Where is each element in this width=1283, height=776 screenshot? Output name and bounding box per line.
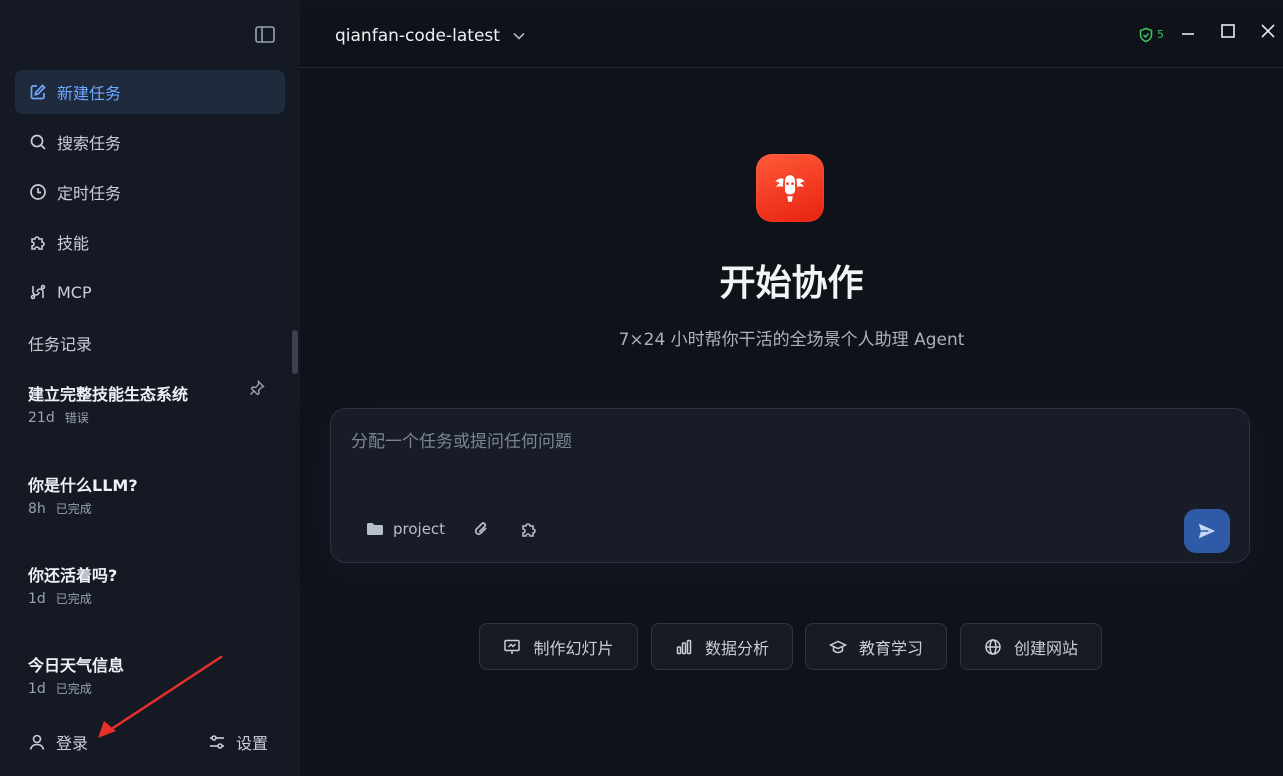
task-age: 1d [28,590,46,607]
pin-icon[interactable] [249,379,265,396]
main-panel: qianfan-code-latest 5 开始协作 7×24 小时帮你干活的全… [300,8,1283,776]
puzzle-icon [29,233,47,251]
nav-label: 搜索任务 [57,134,122,153]
task-item[interactable]: 今日天气信息 1d 已完成 [28,652,278,697]
search-icon [29,133,47,151]
edit-icon [29,83,47,101]
user-icon [29,734,45,750]
task-title: 建立完整技能生态系统 [28,385,189,404]
task-age: 21d [28,409,55,426]
task-title: 你还活着吗? [28,566,118,585]
task-age: 8h [28,500,46,517]
folder-label: project [393,520,446,538]
send-button[interactable] [1184,509,1230,553]
folder-button[interactable]: project [365,519,445,539]
task-composer[interactable]: 分配一个任务或提问任何问题 project [330,408,1250,563]
puzzle-icon [522,523,536,537]
hero-subtitle: 7×24 小时帮你干活的全场景个人助理 Agent [618,330,965,350]
app-window: 新建任务 搜索任务 定时任务 技能 MCP 任务记录 建立完整技能生态系统 21… [0,0,1283,776]
send-icon [1198,523,1216,539]
paperclip-icon [474,522,487,535]
presentation-icon [504,639,521,654]
login-button[interactable]: 登录 [28,730,88,754]
login-label: 登录 [56,734,89,753]
task-status: 已完成 [55,502,92,516]
settings-button[interactable]: 设置 [208,730,268,754]
model-selector[interactable]: qianfan-code-latest [335,26,526,46]
task-item[interactable]: 你还活着吗? 1d 已完成 [28,562,278,607]
quick-action-label: 教育学习 [858,638,923,658]
task-status: 错误 [64,411,89,425]
quick-action-education[interactable]: 教育学习 [805,623,947,670]
clock-icon [29,183,47,201]
hero-title: 开始协作 [719,263,864,304]
model-name: qianfan-code-latest [335,26,500,46]
task-item[interactable]: 建立完整技能生态系统 21d 错误 [28,381,278,426]
graduation-cap-icon [828,640,847,653]
sidebar-scrollbar[interactable] [292,330,298,374]
task-status: 已完成 [55,682,92,696]
bar-chart-icon [676,639,692,654]
settings-label: 设置 [236,734,269,753]
nav-label: 定时任务 [57,184,122,203]
sidebar-toggle-icon[interactable] [254,25,276,45]
quick-action-website[interactable]: 创建网站 [960,623,1102,670]
globe-icon [985,638,1001,655]
nav-skills[interactable]: 技能 [15,220,285,264]
sliders-icon [210,735,224,749]
top-bar: qianfan-code-latest 5 [300,8,1283,68]
close-icon[interactable] [1259,22,1277,40]
nav-mcp[interactable]: MCP [15,270,285,314]
task-age: 1d [28,680,46,697]
quick-action-label: 创建网站 [1013,638,1078,658]
status-text: 5 [1157,28,1164,41]
nav-label: 技能 [57,234,90,253]
nav-new-task[interactable]: 新建任务 [15,70,285,114]
quick-action-label: 数据分析 [704,638,769,658]
nav-label: MCP [57,282,92,302]
task-item[interactable]: 你是什么LLM? 8h 已完成 [28,472,278,517]
nav-scheduled-task[interactable]: 定时任务 [15,170,285,214]
minimize-icon[interactable] [1179,22,1197,40]
task-history-title: 任务记录 [28,335,93,354]
quick-action-label: 制作幻灯片 [533,638,614,658]
composer-placeholder[interactable]: 分配一个任务或提问任何问题 [351,427,572,452]
folder-icon [367,523,383,535]
app-logo-icon [756,154,824,222]
task-title: 你是什么LLM? [28,476,138,495]
shield-check-icon[interactable] [1138,27,1154,43]
plugin-button[interactable] [520,519,540,539]
attach-button[interactable] [471,519,491,539]
task-title: 今日天气信息 [28,656,125,675]
nav-search-task[interactable]: 搜索任务 [15,120,285,164]
task-status: 已完成 [55,592,92,606]
chevron-down-icon [513,32,525,40]
mcp-icon [29,283,47,301]
nav-label: 新建任务 [57,84,122,103]
quick-action-data-analysis[interactable]: 数据分析 [651,623,793,670]
maximize-icon[interactable] [1219,22,1237,40]
sidebar: 新建任务 搜索任务 定时任务 技能 MCP 任务记录 建立完整技能生态系统 21… [0,0,300,776]
quick-action-slides[interactable]: 制作幻灯片 [479,623,638,670]
